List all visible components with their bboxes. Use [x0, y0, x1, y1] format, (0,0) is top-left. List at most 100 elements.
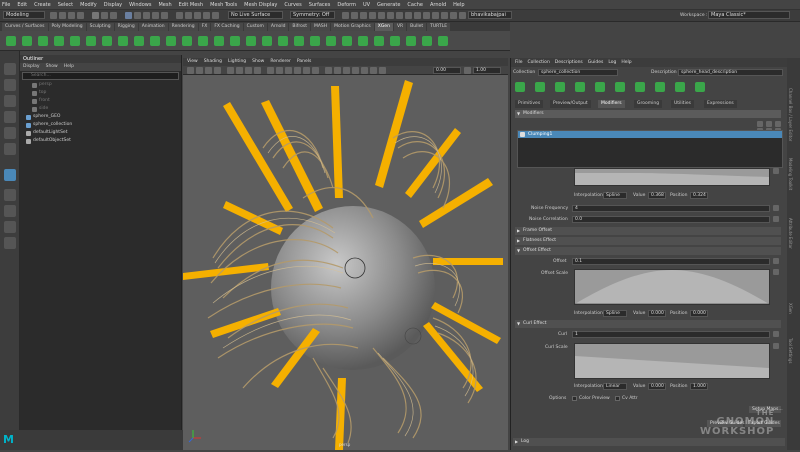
shelf-tab-rendering[interactable]: Rendering	[168, 23, 198, 31]
viewport-menu-panels[interactable]: Panels	[297, 58, 311, 66]
snap-point-icon[interactable]	[143, 12, 150, 19]
outliner-item[interactable]: defaultObjectSet	[20, 137, 181, 145]
xray-icon[interactable]	[361, 67, 368, 74]
ambient-occlusion-icon[interactable]	[325, 67, 332, 74]
menu-surfaces[interactable]: Surfaces	[309, 2, 331, 8]
redo-icon[interactable]	[77, 12, 84, 19]
right-tab-attribute-editor[interactable]: Attribute Editor	[788, 218, 793, 249]
move-modifier-icon[interactable]	[775, 121, 781, 127]
shelf-tab-bifrost[interactable]: Bifrost	[289, 23, 310, 31]
guide-tool-icon[interactable]	[655, 82, 665, 92]
shelf-tab-mash[interactable]: MASH	[310, 23, 331, 31]
xgen-editor-icon[interactable]	[6, 36, 16, 46]
shelf-tab-curves-surfaces[interactable]: Curves / Surfaces	[2, 23, 48, 31]
camera-icon[interactable]	[342, 12, 349, 19]
folder-icon[interactable]	[50, 12, 57, 19]
particle-icon[interactable]	[450, 12, 457, 19]
textured-icon[interactable]	[294, 67, 301, 74]
modifier-item-clumping[interactable]: Clumping1	[518, 131, 782, 138]
add-guide-icon[interactable]	[70, 36, 80, 46]
menu-uv[interactable]: UV	[363, 2, 370, 8]
offset-pos-field[interactable]: 0.000	[690, 310, 708, 317]
menu-cache[interactable]: Cache	[407, 2, 423, 8]
curl-effect-section[interactable]: ▼ Curl Effect	[515, 320, 781, 328]
clump-interp-dropdown[interactable]: Spline	[603, 192, 627, 199]
primitives-icon[interactable]	[38, 36, 48, 46]
select-tool-icon[interactable]	[4, 63, 16, 75]
import-icon[interactable]	[342, 36, 352, 46]
resolution-gate-icon[interactable]	[245, 67, 252, 74]
field-icon[interactable]	[459, 12, 466, 19]
curl-scale-ramp[interactable]	[574, 343, 770, 379]
offset-interp-dropdown[interactable]: Spline	[603, 310, 627, 317]
outliner-search-input[interactable]: Search...	[22, 72, 179, 80]
interactive-groom-icon[interactable]	[374, 36, 384, 46]
curl-pos-field[interactable]: 1.000	[690, 383, 708, 390]
lasso-tool-icon[interactable]	[4, 79, 16, 91]
shelf-tab-rigging[interactable]: Rigging	[114, 23, 138, 31]
twist-icon[interactable]	[262, 36, 272, 46]
menu-help[interactable]: Help	[453, 2, 464, 8]
snap-view-icon[interactable]	[152, 12, 159, 19]
width-icon[interactable]	[246, 36, 256, 46]
menu-edit-mesh[interactable]: Edit Mesh	[179, 2, 203, 8]
outliner-view-icon[interactable]	[4, 221, 16, 233]
live-surface-dropdown[interactable]: No Live Surface	[228, 11, 283, 19]
backface-icon[interactable]	[379, 67, 386, 74]
exposure-field[interactable]: 0.00	[433, 67, 461, 74]
snap-curve-icon[interactable]	[134, 12, 141, 19]
symmetry-dropdown[interactable]: Symmetry: Off	[290, 11, 335, 19]
motion-blur-icon[interactable]	[334, 67, 341, 74]
bones-icon[interactable]	[414, 12, 421, 19]
description-options-icon[interactable]	[555, 82, 565, 92]
auto-preview-icon[interactable]	[595, 82, 605, 92]
length-icon[interactable]	[230, 36, 240, 46]
guides-icon[interactable]	[54, 36, 64, 46]
noise-icon[interactable]	[134, 36, 144, 46]
uv-icon[interactable]	[378, 12, 385, 19]
clump-pos-field[interactable]: 0.324	[690, 192, 708, 199]
offset-scale-ramp[interactable]	[574, 269, 770, 305]
shelf-tab-turtle[interactable]: TURTLE	[427, 23, 451, 31]
outliner-item[interactable]: front	[20, 97, 181, 105]
create-collection-icon[interactable]	[515, 82, 525, 92]
menu-mesh-tools[interactable]: Mesh Tools	[210, 2, 237, 8]
wireframe-icon[interactable]	[267, 67, 274, 74]
shelf-tab-fx-caching[interactable]: FX Caching	[211, 23, 243, 31]
menu-mesh-display[interactable]: Mesh Display	[244, 2, 277, 8]
snap-grid-icon[interactable]	[125, 12, 132, 19]
shelf-tab-animation[interactable]: Animation	[138, 23, 168, 31]
menu-modify[interactable]: Modify	[80, 2, 97, 8]
tab-utilities[interactable]: Utilities	[671, 100, 694, 108]
noise-frequency-field[interactable]: 4	[572, 205, 770, 212]
hair-icon[interactable]	[441, 12, 448, 19]
four-view-icon[interactable]	[4, 189, 16, 201]
clump-scale-ramp[interactable]	[574, 168, 770, 186]
xgen-menu-file[interactable]: File	[515, 58, 523, 67]
remove-modifier-icon[interactable]	[766, 121, 772, 127]
curl-interp-dropdown[interactable]: Linear	[603, 383, 627, 390]
gamma-icon[interactable]	[464, 67, 471, 74]
offset-value-field[interactable]: 0.000	[648, 310, 666, 317]
outliner-item[interactable]: sphere_GEO	[20, 113, 181, 121]
paint-icon[interactable]	[110, 12, 117, 19]
curl-value-field[interactable]: 0.000	[648, 383, 666, 390]
outliner-menu-help[interactable]: Help	[64, 63, 74, 71]
smooth-icon[interactable]	[278, 36, 288, 46]
menu-arnold[interactable]: Arnold	[430, 2, 446, 8]
clump-ramp-expand-icon[interactable]	[773, 168, 779, 174]
xgen-menu-guides[interactable]: Guides	[588, 58, 604, 67]
attributes-icon[interactable]	[438, 36, 448, 46]
gate-mask-icon[interactable]	[254, 67, 261, 74]
grid-icon[interactable]	[227, 67, 234, 74]
brush-icon[interactable]	[369, 12, 376, 19]
menu-display[interactable]: Display	[104, 2, 122, 8]
viewport-menu-shading[interactable]: Shading	[204, 58, 222, 66]
sculpt-icon[interactable]	[360, 12, 367, 19]
modifiers-header[interactable]: ▼ Modifiers	[515, 110, 781, 118]
shelf-tab-motion-graphics[interactable]: Motion Graphics	[331, 23, 374, 31]
menu-windows[interactable]: Windows	[129, 2, 151, 8]
render-settings-icon[interactable]	[203, 12, 210, 19]
noise-correlation-field[interactable]: 0.0	[572, 216, 770, 223]
anti-aliasing-icon[interactable]	[343, 67, 350, 74]
